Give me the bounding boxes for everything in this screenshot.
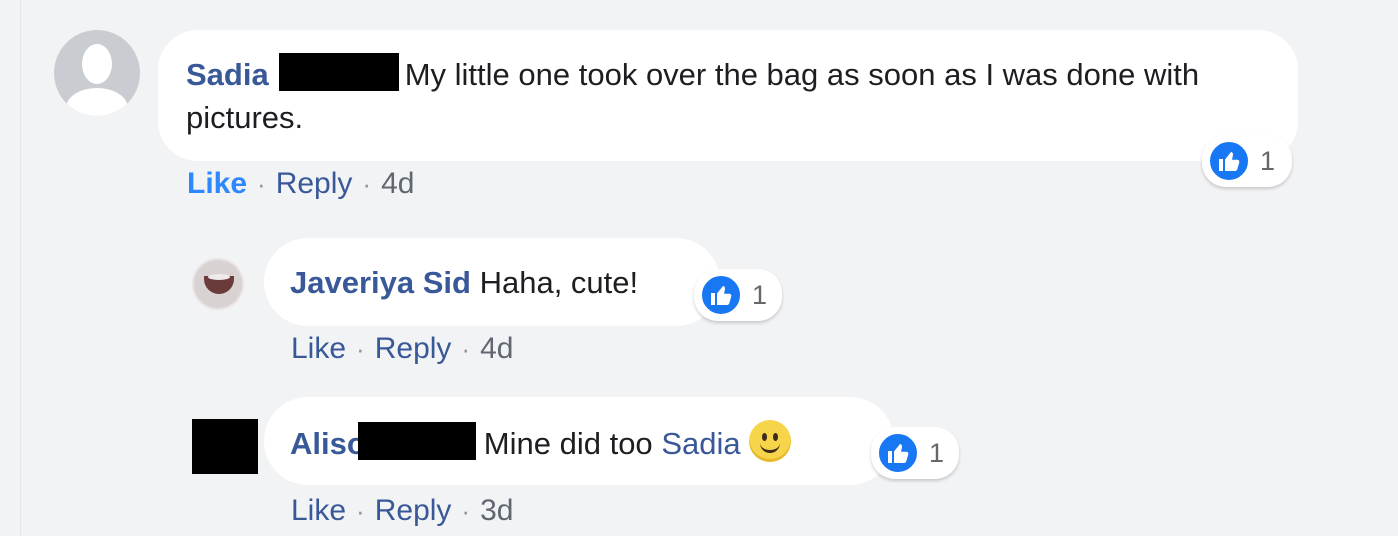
comment-author[interactable]: Javeriya Sid [290, 265, 471, 300]
reaction-count: 1 [1260, 145, 1276, 176]
reply-button[interactable]: Reply [276, 167, 353, 201]
default-avatar-icon [82, 44, 112, 84]
reaction-summary[interactable]: 1 [871, 427, 959, 479]
comment-actions: Like · Reply · 4d [291, 332, 513, 366]
comment-text: Haha, cute! [479, 265, 639, 300]
reply-button[interactable]: Reply [375, 332, 452, 366]
separator: · [362, 169, 372, 199]
redacted-surname [278, 53, 399, 91]
timestamp-link[interactable]: 3d [480, 494, 513, 528]
separator: · [461, 496, 471, 526]
reaction-summary[interactable]: 1 [694, 269, 782, 321]
comment-bubble-alison: Aliso Mine did too Sadia [264, 397, 894, 485]
comment-bubble-javeriya: Javeriya Sid Haha, cute! [264, 238, 720, 326]
mention-link[interactable]: Sadia [661, 426, 740, 461]
comment-bubble-sadia: Sadia My little one took over the bag as … [158, 30, 1298, 161]
like-button[interactable]: Like [187, 167, 247, 201]
timestamp-link[interactable]: 4d [381, 167, 414, 201]
thumbs-up-icon [1208, 140, 1250, 182]
timestamp-link[interactable]: 4d [480, 332, 513, 366]
reply-button[interactable]: Reply [375, 494, 452, 528]
alison-avatar-redacted[interactable] [192, 419, 258, 474]
comment-actions: Like · Reply · 3d [291, 494, 513, 528]
smiley-emoji-icon [748, 420, 791, 462]
thumbs-up-icon [877, 432, 919, 474]
comment-author[interactable]: Aliso [290, 426, 366, 461]
comment-author[interactable]: Sadia [186, 57, 269, 92]
reaction-summary[interactable]: 1 [1202, 135, 1292, 187]
like-button[interactable]: Like [291, 494, 346, 528]
reaction-count: 1 [752, 279, 768, 310]
separator: · [257, 169, 266, 199]
separator: · [461, 334, 471, 364]
comment-actions: Like · Reply · 4d [187, 167, 414, 201]
left-divider [20, 0, 21, 536]
like-button[interactable]: Like [291, 332, 346, 366]
thumbs-up-icon [700, 274, 742, 316]
separator: · [356, 334, 365, 364]
redacted-surname [357, 422, 476, 460]
reaction-count: 1 [929, 437, 945, 468]
comment-text: Mine did too [483, 426, 653, 461]
sadia-avatar[interactable] [54, 30, 140, 116]
separator: · [356, 496, 365, 526]
javeriya-avatar[interactable] [192, 258, 244, 310]
